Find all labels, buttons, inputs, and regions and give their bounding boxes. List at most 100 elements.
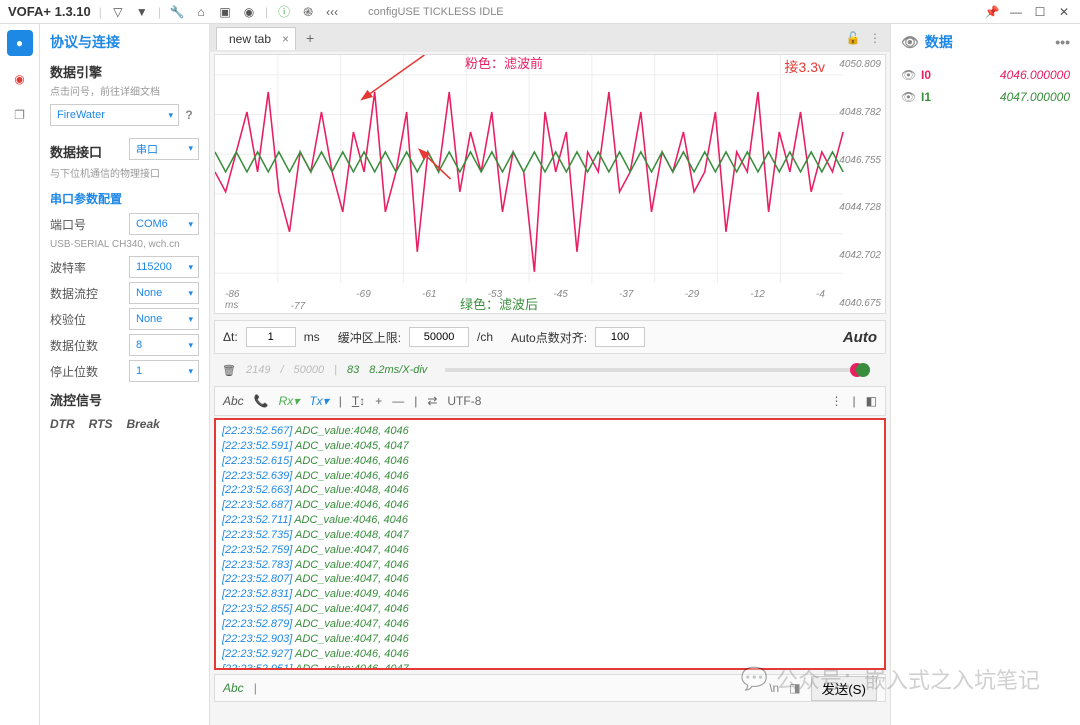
baud-label: 波特率 (50, 259, 86, 276)
terminal-line: [22:23:52.591] ADC_value:4045, 4047 (222, 439, 878, 454)
buffer-unit: /ch (477, 330, 493, 344)
tab-bar: new tab × + 🔓 ⋮ (210, 24, 890, 52)
chart-area[interactable]: 4050.8094048.7824046.7554044.7284042.702… (214, 54, 886, 314)
encoding-label[interactable]: UTF-8 (447, 394, 481, 408)
terminal-line: [22:23:52.783] ADC_value:4047, 4046 (222, 558, 878, 573)
slider-knob-green[interactable] (856, 363, 870, 377)
sidebar: 协议与连接 数据引擎 点击问号，前往详细文档 FireWater ? 数据接口 … (40, 24, 210, 725)
dt-input[interactable] (246, 327, 296, 347)
terminal-output[interactable]: [22:23:52.567] ADC_value:4048, 4046[22:2… (214, 418, 886, 670)
terminal-line: [22:23:52.879] ADC_value:4047, 4046 (222, 617, 878, 632)
nav-down-icon[interactable]: ▽ (110, 4, 126, 20)
data-row-I1[interactable]: 👁I14047.000000 (901, 86, 1070, 108)
maximize-icon[interactable]: ☐ (1032, 4, 1048, 20)
input-abc[interactable]: Abc (223, 681, 244, 695)
y-axis-labels: 4050.8094048.7824046.7554044.7284042.702… (839, 55, 881, 313)
fingerprint-icon[interactable]: ֎ (300, 4, 316, 20)
tab-new[interactable]: new tab × (216, 27, 296, 50)
close-icon[interactable]: ✕ (1056, 4, 1072, 20)
target-icon[interactable]: ◉ (241, 4, 257, 20)
titlebar: VOFA+ 1.3.10 | ▽ ▼ | 🔧 ⌂ ▣ ◉ | ⓘ ֎ ‹‹‹ c… (0, 0, 1080, 24)
flow-label: 数据流控 (50, 285, 98, 302)
send-button[interactable]: 发送(S) (811, 676, 877, 701)
wrench-icon[interactable]: 🔧 (169, 4, 185, 20)
buffer-label: 缓冲区上限: (338, 329, 401, 346)
tab-add-icon[interactable]: + (300, 30, 320, 46)
term-menu-icon[interactable]: ⋮ (831, 394, 843, 408)
parity-label: 校验位 (50, 311, 86, 328)
engine-dropdown[interactable]: FireWater (50, 104, 179, 126)
baud-dropdown[interactable]: 115200 (129, 256, 199, 278)
minimize-icon[interactable]: — (1008, 4, 1024, 20)
xdiv-num: 83 (347, 364, 359, 376)
rail-protocol-icon[interactable]: ● (7, 30, 33, 56)
pin-icon[interactable]: 📌 (984, 4, 1000, 20)
eye-icon[interactable]: 👁 (901, 90, 917, 104)
rail-record-icon[interactable]: ◉ (7, 66, 33, 92)
data-row-I0[interactable]: 👁I04046.000000 (901, 64, 1070, 86)
align-input[interactable] (595, 327, 645, 347)
rts-toggle[interactable]: RTS (89, 417, 113, 431)
databits-label: 数据位数 (50, 337, 98, 354)
auto-button[interactable]: Auto (843, 329, 877, 346)
eraser-icon[interactable]: ◧ (866, 394, 877, 408)
sidebar-title: 协议与连接 (50, 32, 199, 52)
databits-dropdown[interactable]: 8 (129, 334, 199, 356)
nav-icon[interactable]: ▼ (134, 4, 150, 20)
text-format-icon[interactable]: T↕ (352, 394, 365, 408)
input-bar: Abc | \n ◨ 发送(S) (214, 674, 886, 702)
port-device: USB-SERIAL CH340, wch.cn (50, 239, 199, 250)
terminal-line: [22:23:52.831] ADC_value:4049, 4046 (222, 587, 878, 602)
terminal-line: [22:23:52.639] ADC_value:4046, 4046 (222, 469, 878, 484)
eye-icon[interactable]: 👁 (901, 34, 919, 51)
collapse-icon[interactable]: ‹‹‹ (324, 4, 340, 20)
parity-dropdown[interactable]: None (129, 308, 199, 330)
minus-icon[interactable]: — (392, 394, 404, 408)
input-split-icon[interactable]: ◨ (789, 681, 800, 695)
eye-icon[interactable]: 👁 (901, 68, 917, 82)
right-more-icon[interactable]: ••• (1055, 34, 1070, 50)
terminal-line: [22:23:52.951] ADC_value:4046, 4047 (222, 662, 878, 671)
terminal-toolbar: Abc 📞 Rx▾ Tx▾ | T↕ + — | ⇄ UTF-8 ⋮ | ◧ (214, 386, 886, 416)
terminal-line: [22:23:52.567] ADC_value:4048, 4046 (222, 424, 878, 439)
flow-dropdown[interactable]: None (129, 282, 199, 304)
terminal-line: [22:23:52.759] ADC_value:4047, 4046 (222, 543, 878, 558)
stopbits-dropdown[interactable]: 1 (129, 360, 199, 382)
port-label: 端口号 (50, 216, 86, 233)
rail-copy-icon[interactable]: ❐ (7, 102, 33, 128)
serial-title: 串口参数配置 (50, 190, 199, 207)
slider-track[interactable] (445, 368, 870, 372)
plus-icon[interactable]: + (375, 394, 382, 408)
home-icon[interactable]: ⌂ (193, 4, 209, 20)
terminal-line: [22:23:52.855] ADC_value:4047, 4046 (222, 602, 878, 617)
tab-menu-icon[interactable]: ⋮ (866, 31, 884, 45)
rx-toggle[interactable]: Rx▾ (279, 394, 300, 408)
app-title: VOFA+ 1.3.10 (8, 4, 91, 19)
dt-unit: ms (304, 330, 320, 344)
terminal-line: [22:23:52.615] ADC_value:4046, 4046 (222, 454, 878, 469)
newline-toggle[interactable]: \n (769, 681, 779, 695)
engine-help: 点击问号，前往详细文档 (50, 83, 199, 98)
branch-icon[interactable]: ⇄ (427, 394, 437, 408)
buffer-input[interactable] (409, 327, 469, 347)
tab-close-icon[interactable]: × (282, 32, 289, 46)
stopbits-label: 停止位数 (50, 363, 98, 380)
right-title: 数据 (925, 32, 953, 52)
world-icon[interactable]: ▣ (217, 4, 233, 20)
flowsig-label: 流控信号 (50, 390, 199, 409)
iface-dropdown[interactable]: 串口 (129, 138, 199, 160)
abc-toggle[interactable]: Abc (223, 394, 244, 408)
break-toggle[interactable]: Break (126, 417, 159, 431)
phone-icon[interactable]: 📞 (254, 394, 269, 408)
port-dropdown[interactable]: COM6 (129, 213, 199, 235)
info-icon[interactable]: ⓘ (276, 4, 292, 20)
lock-icon[interactable]: 🔓 (844, 31, 862, 45)
tab-label: new tab (229, 32, 271, 46)
dtr-toggle[interactable]: DTR (50, 417, 75, 431)
engine-help-icon[interactable]: ? (179, 108, 199, 122)
trash-icon[interactable]: 🗑 (222, 364, 236, 377)
engine-label: 数据引擎 (50, 62, 199, 81)
iface-help: 与下位机通信的物理接口 (50, 165, 199, 180)
tx-toggle[interactable]: Tx▾ (309, 394, 328, 408)
right-panel: 👁 数据 ••• 👁I04046.000000👁I14047.000000 (890, 24, 1080, 725)
